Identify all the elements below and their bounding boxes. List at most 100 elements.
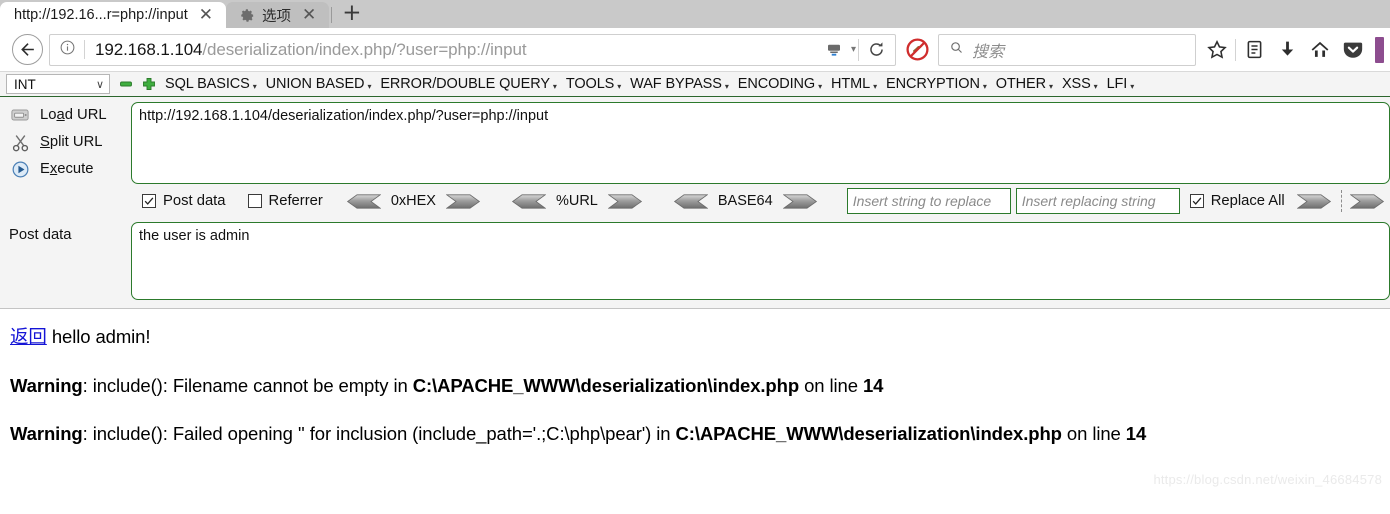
caret-down-icon: ▾ xyxy=(617,81,622,91)
menu-other[interactable]: OTHER ▾ xyxy=(996,76,1053,92)
menu-label: ERROR/DOUBLE QUERY xyxy=(380,76,550,92)
menu-xss[interactable]: XSS ▾ xyxy=(1062,76,1098,92)
warning-message: : include(): Filename cannot be empty in xyxy=(82,375,413,396)
caret-down-icon: ▾ xyxy=(552,81,557,91)
extra-apply-arrow-icon[interactable] xyxy=(1349,193,1386,209)
return-link[interactable]: 返回 xyxy=(10,326,47,347)
menu-union-based[interactable]: UNION BASED ▾ xyxy=(266,76,372,92)
search-icon xyxy=(949,40,964,60)
address-bar[interactable]: 192.168.1.104/deserialization/index.php/… xyxy=(49,33,896,66)
dashed-separator xyxy=(1340,190,1342,212)
decode-arrow-left-icon[interactable] xyxy=(510,193,547,209)
post-data-checkbox[interactable]: Post data xyxy=(142,193,226,209)
address-bar-url: 192.168.1.104/deserialization/index.php/… xyxy=(95,40,819,60)
library-icon[interactable] xyxy=(1239,35,1269,65)
load-url-icon xyxy=(9,105,31,125)
codec-0xhex: 0xHEX xyxy=(345,193,482,209)
replace-apply-arrow-icon[interactable] xyxy=(1296,193,1333,209)
tab-close-icon[interactable]: ✕ xyxy=(298,6,320,24)
greeting-line: 返回 hello admin! xyxy=(10,323,1380,349)
caret-down-icon: ▾ xyxy=(724,81,729,91)
caret-down-icon: ▾ xyxy=(1093,81,1098,91)
caret-down-icon: ▾ xyxy=(252,81,257,91)
menu-label: SQL BASICS xyxy=(165,76,250,92)
browser-tab-options[interactable]: 选项 ✕ xyxy=(225,2,330,28)
menu-error-double-query[interactable]: ERROR/DOUBLE QUERY ▾ xyxy=(380,76,557,92)
checkbox-box xyxy=(247,194,262,208)
hackbar-action-list: Load URL Split URL Execute xyxy=(0,102,131,184)
noscript-blocked-icon[interactable] xyxy=(902,35,932,65)
replace-all-checkbox[interactable]: Replace All xyxy=(1189,193,1285,209)
menu-sql-basics[interactable]: SQL BASICS ▾ xyxy=(165,76,257,92)
hackbar-post-row: Post data the user is admin xyxy=(0,218,1390,306)
codec-label: 0xHEX xyxy=(390,193,436,209)
split-url-label: Split URL xyxy=(40,134,103,150)
hackbar-menu-row: INT ∨ SQL BASICS ▾ UNION BASED ▾ ERROR/DOU… xyxy=(0,72,1390,97)
caret-down-icon: ▾ xyxy=(818,81,823,91)
menu-label: LFI xyxy=(1106,76,1128,92)
post-data-textarea[interactable]: the user is admin xyxy=(131,222,1390,300)
browser-tab-active[interactable]: http://192.16...r=php://input ✕ xyxy=(0,2,226,28)
decode-arrow-left-icon[interactable] xyxy=(345,193,382,209)
search-bar[interactable]: 搜索 xyxy=(938,33,1196,66)
codec-base64: BASE64 xyxy=(672,193,819,209)
tab-strip: http://192.16...r=php://input ✕ 选项 ✕ + xyxy=(0,0,1390,28)
remove-tab-button[interactable] xyxy=(119,77,133,91)
post-data-label: Post data xyxy=(9,227,72,243)
codec-label: %URL xyxy=(555,193,598,209)
menu-encryption[interactable]: ENCRYPTION ▾ xyxy=(886,76,987,92)
warning-file: C:\APACHE_WWW\deserialization\index.php xyxy=(675,423,1062,444)
url-textarea[interactable]: http://192.168.1.104/deserialization/ind… xyxy=(131,102,1390,184)
split-url-button[interactable]: Split URL xyxy=(0,132,131,152)
pocket-icon[interactable] xyxy=(1338,35,1368,65)
chevron-down-icon[interactable]: ▾ xyxy=(851,44,856,55)
type-select-value: INT xyxy=(14,76,36,92)
search-string-input[interactable]: Insert string to replace xyxy=(846,188,1011,214)
replace-string-input[interactable]: Insert replacing string xyxy=(1015,188,1180,214)
reader-view-icon[interactable] xyxy=(819,35,849,65)
new-tab-button[interactable]: + xyxy=(334,2,371,28)
back-button[interactable] xyxy=(12,34,43,65)
menu-encoding[interactable]: ENCODING ▾ xyxy=(738,76,822,92)
warning-line: 14 xyxy=(1125,423,1147,444)
extension-icon[interactable] xyxy=(1375,36,1384,63)
decode-arrow-left-icon[interactable] xyxy=(672,193,709,209)
hackbar-panel: INT ∨ SQL BASICS ▾ UNION BASED ▾ ERROR/DOU… xyxy=(0,72,1390,309)
post-data-checkbox-label: Post data xyxy=(163,193,226,209)
reload-icon[interactable] xyxy=(861,35,891,65)
encode-arrow-right-icon[interactable] xyxy=(607,193,644,209)
menu-waf-bypass[interactable]: WAF BYPASS ▾ xyxy=(630,76,729,92)
caret-down-icon: ▾ xyxy=(1130,81,1135,91)
warning-line: 14 xyxy=(862,375,884,396)
caret-down-icon: ▾ xyxy=(982,81,987,91)
menu-lfi[interactable]: LFI ▾ xyxy=(1107,76,1135,92)
greeting-text: hello admin! xyxy=(46,326,151,347)
menu-tools[interactable]: TOOLS ▾ xyxy=(566,76,621,92)
type-select[interactable]: INT ∨ xyxy=(6,74,110,94)
url-path: /deserialization/index.php/?user=php://i… xyxy=(202,39,527,59)
referrer-checkbox-label: Referrer xyxy=(268,193,323,209)
bookmark-star-icon[interactable] xyxy=(1202,35,1232,65)
replace-all-label: Replace All xyxy=(1210,193,1285,209)
warning-file: C:\APACHE_WWW\deserialization\index.php xyxy=(412,375,800,396)
search-input[interactable]: 搜索 xyxy=(972,38,1004,62)
menu-label: ENCRYPTION xyxy=(886,76,980,92)
load-url-button[interactable]: Load URL xyxy=(0,105,131,125)
caret-down-icon: ▾ xyxy=(873,81,878,91)
chevron-down-icon: ∨ xyxy=(95,78,104,91)
home-icon[interactable] xyxy=(1305,35,1335,65)
menu-html[interactable]: HTML ▾ xyxy=(831,76,877,92)
page-info-icon[interactable] xyxy=(59,39,76,61)
tab-close-icon[interactable]: ✕ xyxy=(195,6,217,24)
split-url-scissors-icon xyxy=(9,132,31,152)
gear-icon xyxy=(240,8,255,23)
page-content: 返回 hello admin! Warning: include(): File… xyxy=(0,309,1390,491)
menu-label: ENCODING xyxy=(737,76,816,92)
encode-arrow-right-icon[interactable] xyxy=(445,193,482,209)
add-tab-button[interactable] xyxy=(142,77,156,91)
menu-label: UNION BASED xyxy=(265,76,365,92)
downloads-icon[interactable] xyxy=(1272,35,1302,65)
execute-button[interactable]: Execute xyxy=(0,159,131,179)
encode-arrow-right-icon[interactable] xyxy=(782,193,819,209)
referrer-checkbox[interactable]: Referrer xyxy=(247,193,323,209)
